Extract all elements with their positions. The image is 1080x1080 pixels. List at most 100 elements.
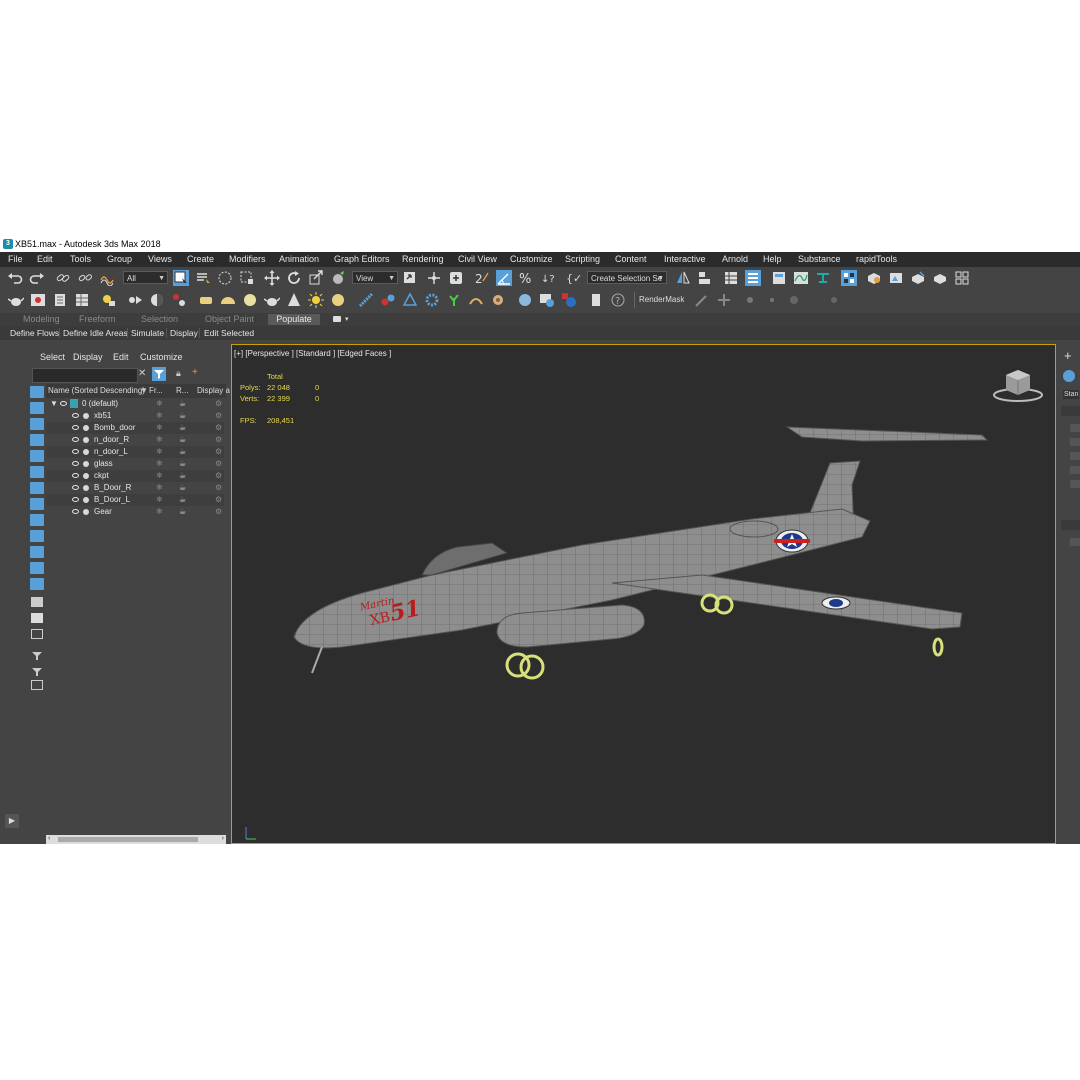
menu-tools[interactable]: Tools	[70, 252, 91, 267]
select-none-icon[interactable]	[31, 613, 43, 623]
rendermask-label[interactable]: RenderMask	[639, 293, 684, 306]
visibility-eye-icon[interactable]	[60, 401, 67, 406]
display-helpers-icon[interactable]	[30, 466, 44, 478]
modify-panel-icon[interactable]	[1063, 370, 1075, 382]
display-settings-icon[interactable]: ⚙	[215, 458, 222, 470]
column-frozen[interactable]: Fr...	[149, 384, 163, 398]
display-bones-icon[interactable]	[30, 530, 44, 542]
molecule-icon[interactable]	[380, 292, 396, 308]
display-settings-icon[interactable]: ⚙	[215, 422, 222, 434]
horizontal-scrollbar[interactable]: ‹ ›	[46, 835, 226, 844]
freeze-icon[interactable]: ❄	[156, 434, 163, 446]
render-iterative-icon[interactable]	[932, 270, 948, 286]
viewcube-icon[interactable]	[992, 365, 1048, 405]
menu-arnold[interactable]: Arnold	[722, 252, 748, 267]
menu-animation[interactable]: Animation	[279, 252, 319, 267]
display-settings-icon[interactable]: ⚙	[215, 398, 222, 410]
placement-icon[interactable]	[330, 270, 346, 286]
tree-row[interactable]: B_Door_R ❄ ☕︎ ⚙	[46, 482, 224, 494]
perspective-viewport[interactable]: [+] [Perspective ] [Standard ] [Edged Fa…	[231, 344, 1056, 844]
sphere-half-icon[interactable]	[149, 292, 165, 308]
display-containers-icon[interactable]	[30, 546, 44, 558]
renderable-icon[interactable]: ☕︎	[179, 422, 186, 434]
column-name[interactable]: Name (Sorted Descending)	[48, 384, 145, 398]
tree-row[interactable]: glass ❄ ☕︎ ⚙	[46, 458, 224, 470]
box-primitive-icon[interactable]	[198, 292, 214, 308]
filter-toggle-2-icon[interactable]	[31, 664, 43, 676]
ribbon-tab-freeform[interactable]: Freeform	[79, 313, 116, 326]
omni-light-icon[interactable]	[330, 292, 346, 308]
menu-substance[interactable]: Substance	[798, 252, 841, 267]
tree-row[interactable]: n_door_R ❄ ☕︎ ⚙	[46, 434, 224, 446]
table-icon[interactable]	[74, 292, 90, 308]
render-setup-icon[interactable]	[866, 270, 882, 286]
material-editor-icon[interactable]	[841, 270, 857, 286]
freeze-icon[interactable]: ❄	[156, 398, 163, 410]
shape-icon[interactable]	[402, 292, 418, 308]
display-shapes-icon[interactable]	[30, 418, 44, 430]
menu-help[interactable]: Help	[763, 252, 782, 267]
display-spacewarps-icon[interactable]	[30, 482, 44, 494]
clear-search-icon[interactable]: ✕	[138, 368, 146, 379]
angle-snap-icon[interactable]	[496, 270, 512, 286]
add-layer-icon[interactable]: +	[192, 367, 198, 378]
scatter-icon[interactable]	[171, 292, 187, 308]
curve-editor-icon[interactable]	[793, 270, 809, 286]
select-by-name-icon[interactable]	[195, 270, 211, 286]
unlink-icon[interactable]	[77, 270, 93, 286]
display-lights-icon[interactable]	[30, 434, 44, 446]
display-settings-icon[interactable]: ⚙	[215, 494, 222, 506]
rollout-header[interactable]	[1061, 520, 1080, 530]
rendered-frame-window-icon[interactable]	[888, 270, 904, 286]
visibility-eye-icon[interactable]	[72, 473, 79, 478]
display-settings-icon[interactable]: ⚙	[215, 410, 222, 422]
toggle-layer-explorer-icon[interactable]	[745, 270, 761, 286]
rollout-header[interactable]	[1061, 406, 1080, 416]
renderable-icon[interactable]: ☕︎	[179, 434, 186, 446]
visibility-eye-icon[interactable]	[72, 425, 79, 430]
select-all-icon[interactable]	[31, 597, 43, 607]
select-invert-icon[interactable]	[31, 629, 43, 639]
edit-named-selection-icon[interactable]: {✓	[566, 270, 582, 286]
tree-row[interactable]: n_door_L ❄ ☕︎ ⚙	[46, 446, 224, 458]
shell-icon[interactable]	[490, 292, 506, 308]
toggle-scene-explorer-icon[interactable]	[723, 270, 739, 286]
define-idle-areas-button[interactable]: Define Idle Areas	[63, 326, 128, 340]
display-settings-icon[interactable]: ⚙	[215, 446, 222, 458]
render-view-icon[interactable]	[539, 292, 555, 308]
spinner-snap-icon[interactable]: ↓?	[540, 270, 556, 286]
renderable-icon[interactable]: ☕︎	[179, 398, 186, 410]
scene-search-input[interactable]	[32, 368, 138, 383]
menu-interactive[interactable]: Interactive	[664, 252, 706, 267]
menu-civil-view[interactable]: Civil View	[458, 252, 497, 267]
schematic-view-icon[interactable]	[815, 270, 831, 286]
se-menu-customize[interactable]: Customize	[140, 352, 183, 362]
teapot-primitive-icon[interactable]	[264, 292, 280, 308]
renderable-icon[interactable]: ☕︎	[179, 446, 186, 458]
dot-small-icon[interactable]	[742, 292, 758, 308]
sun-light-icon[interactable]	[308, 292, 324, 308]
rollout-button[interactable]	[1070, 438, 1080, 446]
sphere-primitive-icon[interactable]	[242, 292, 258, 308]
environment-sphere-icon[interactable]	[517, 292, 533, 308]
teapot-icon[interactable]	[8, 292, 24, 308]
display-hidden-icon[interactable]	[30, 578, 44, 590]
options-icon[interactable]	[31, 680, 43, 690]
dot-faded-icon[interactable]	[826, 292, 842, 308]
display-frozen-icon[interactable]	[30, 562, 44, 574]
menu-content[interactable]: Content	[615, 252, 647, 267]
reference-coord-dropdown[interactable]: View ▼	[352, 271, 398, 284]
menu-file[interactable]: File	[8, 252, 23, 267]
render-grid-icon[interactable]	[954, 270, 970, 286]
rollout-button[interactable]	[1070, 538, 1080, 546]
region-select-icon[interactable]	[217, 270, 233, 286]
freeze-icon[interactable]: ❄	[156, 458, 163, 470]
display-groups-icon[interactable]	[30, 498, 44, 510]
align-icon[interactable]	[697, 270, 713, 286]
tree-row[interactable]: B_Door_L ❄ ☕︎ ⚙	[46, 494, 224, 506]
filter-icon[interactable]	[152, 367, 166, 381]
visibility-eye-icon[interactable]	[72, 485, 79, 490]
ribbon-tab-modeling[interactable]: Modeling	[23, 313, 60, 326]
create-panel-plus-icon[interactable]: +	[1064, 348, 1072, 363]
menu-views[interactable]: Views	[148, 252, 172, 267]
